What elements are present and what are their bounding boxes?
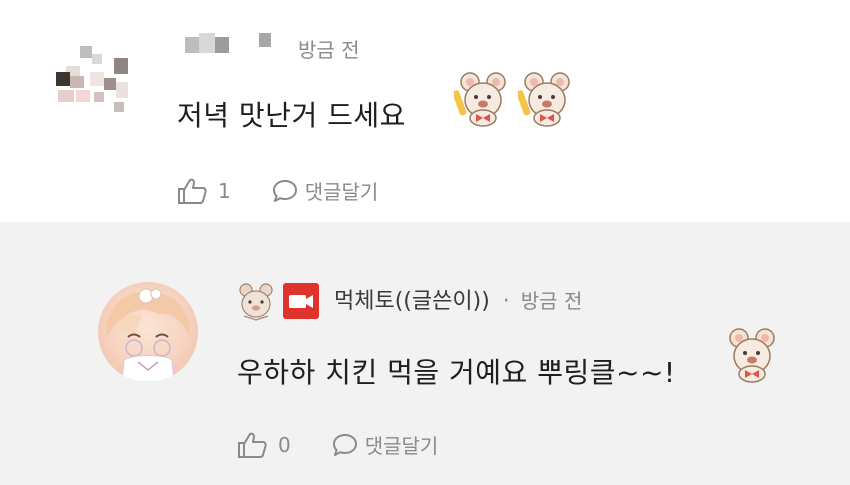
author-name-text: 먹체토((글쓴이)) — [334, 289, 490, 314]
speech-bubble-icon — [272, 179, 297, 202]
comment-actions: 1 댓글달기 — [176, 176, 378, 205]
comment-item: 방금 전 저녁 맛난거 드세요 1 댓글달기 — [0, 0, 850, 222]
meta-separator: · — [502, 289, 510, 314]
avatar[interactable] — [52, 42, 132, 114]
reply-label: 댓글달기 — [364, 434, 439, 458]
bear-sticker-icon — [518, 72, 570, 127]
comment-text: 저녁 맛난거 드세요 — [177, 99, 406, 132]
like-count: 0 — [278, 432, 291, 457]
thumbs-up-icon[interactable] — [236, 431, 268, 459]
author-name-blurred[interactable] — [185, 33, 280, 55]
like-count: 1 — [218, 178, 231, 203]
writer-badge-icon — [283, 283, 319, 319]
bear-sticker-icon — [454, 72, 506, 127]
comment-actions: 0 댓글달기 — [236, 430, 438, 459]
reply-button[interactable]: 댓글달기 — [331, 430, 439, 459]
comment-time: 방금 전 — [298, 38, 360, 62]
author-name[interactable]: 먹체토((글쓴이)) · 방금 전 — [334, 283, 582, 315]
bear-sticker-icon — [729, 328, 775, 383]
avatar[interactable] — [98, 282, 198, 382]
reply-label: 댓글달기 — [304, 180, 379, 204]
thumbs-up-icon[interactable] — [176, 177, 208, 205]
comment-time: 방금 전 — [520, 289, 583, 313]
reply-button[interactable]: 댓글달기 — [271, 176, 379, 205]
comment-text: 우하하 치킨 먹을 거예요 뿌링클~~! — [237, 356, 676, 389]
level-badge-icon — [239, 283, 273, 321]
speech-bubble-icon — [332, 433, 357, 456]
